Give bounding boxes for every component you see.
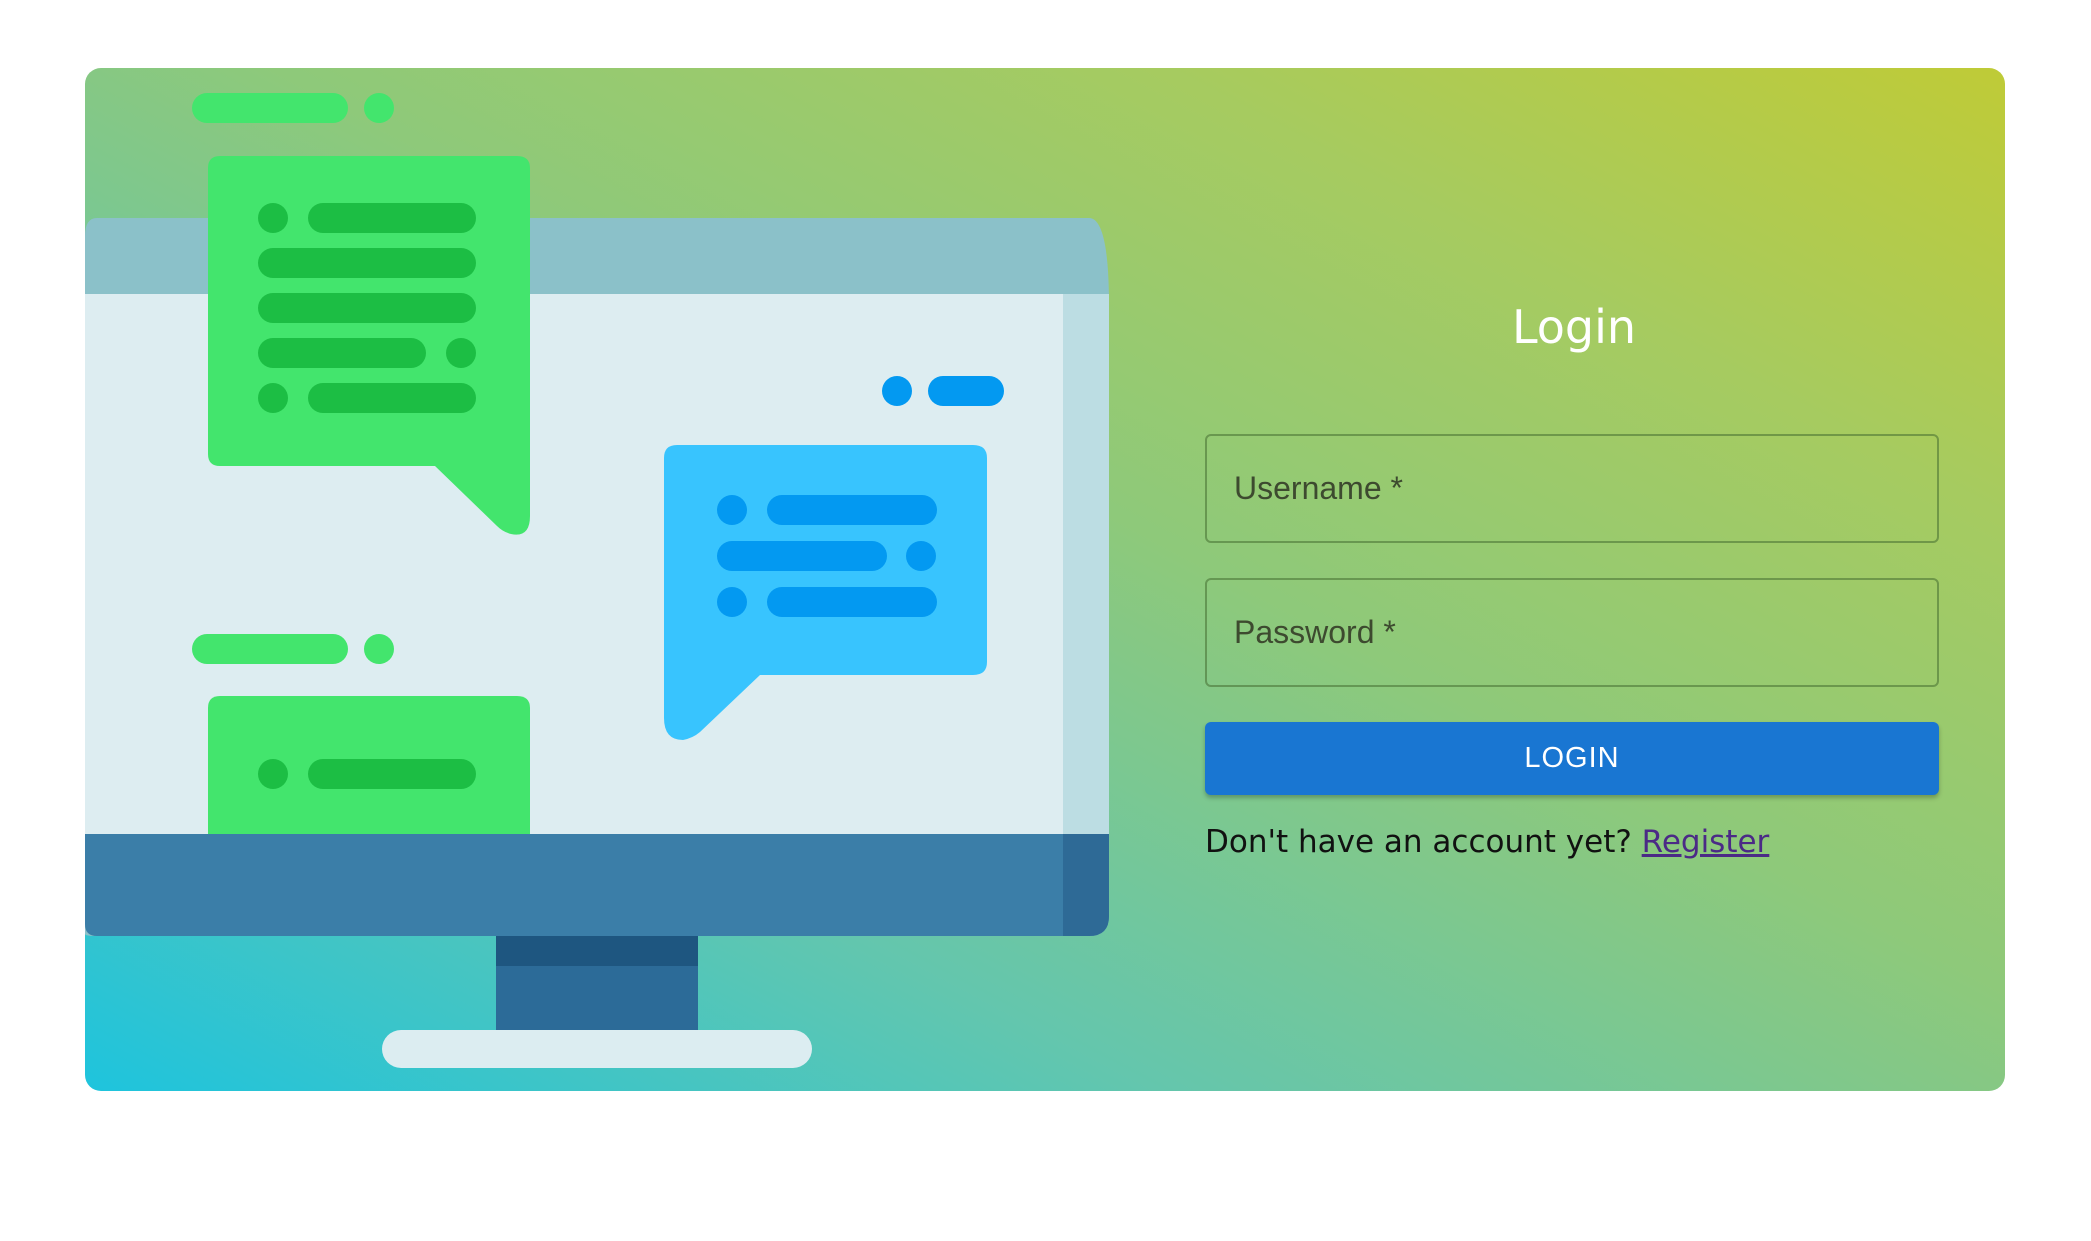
password-field[interactable]: Password * [1205, 578, 1939, 687]
register-link[interactable]: Register [1642, 824, 1770, 860]
monitor-base-icon [382, 1030, 812, 1068]
desktop-chat-illustration [85, 93, 1109, 1068]
register-prompt-text: Don't have an account yet? [1205, 824, 1632, 860]
username-field[interactable]: Username * [1205, 434, 1939, 543]
login-form: Login Username * Password * LOGIN Don't … [1205, 68, 1943, 1091]
username-input[interactable] [1207, 436, 1937, 541]
login-card: Login Username * Password * LOGIN Don't … [85, 68, 2005, 1091]
chat-bubble-green-small-icon [208, 696, 530, 834]
page-title: Login [1511, 300, 1637, 354]
login-button[interactable]: LOGIN [1205, 722, 1939, 795]
register-prompt: Don't have an account yet? Register [1205, 824, 1769, 860]
password-input[interactable] [1207, 580, 1937, 685]
